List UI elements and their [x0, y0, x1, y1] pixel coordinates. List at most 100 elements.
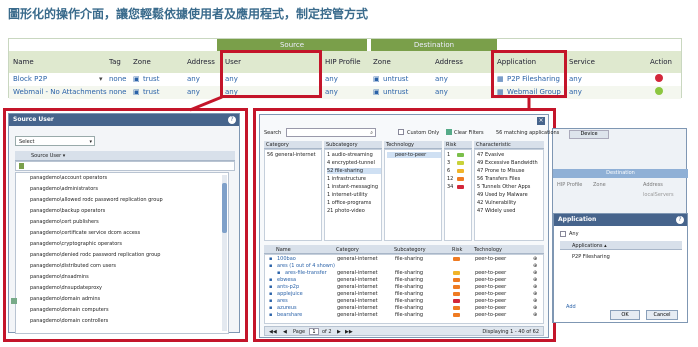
facet-item[interactable]: 47 Prone to Misuse	[477, 168, 525, 174]
table-row[interactable]: ▪ 100bao general-internet file-sharing p…	[265, 256, 541, 263]
applications-column-header[interactable]: Applications ▴	[560, 241, 682, 250]
cancel-button[interactable]: Cancel	[646, 310, 678, 320]
facet-item[interactable]: 1 instant-messaging	[327, 184, 378, 190]
table-row[interactable]: ▪ azureus general-internet file-sharing …	[265, 305, 541, 312]
table-row[interactable]: ▪ ares (1 out of 4 shown) ⊕	[265, 263, 541, 270]
results-header: Name Category Subcategory Risk Technolog…	[264, 245, 544, 254]
source-user-input[interactable]	[15, 161, 235, 171]
list-item[interactable]: panagdemo\domain admins	[30, 296, 100, 302]
facet-item[interactable]: 52 file-sharing	[327, 168, 381, 174]
facet-item[interactable]: 3	[447, 160, 450, 166]
prev-page-icon[interactable]: ◀	[283, 329, 287, 335]
tab-device[interactable]: Device	[569, 130, 609, 139]
list-item[interactable]: panagdemo\allowed rodc password replicat…	[30, 197, 163, 203]
list-item[interactable]: panagdemo\administrators	[30, 186, 98, 192]
facet-item[interactable]: 21 photo-video	[327, 208, 365, 214]
list-item[interactable]: panagdemo\account operators	[30, 175, 107, 181]
collapse-icon[interactable]: ▪	[269, 263, 272, 269]
add-icon[interactable]: ⊕	[533, 263, 537, 269]
facet-item[interactable]: peer-to-peer	[387, 152, 441, 158]
app-icon: ▪	[269, 277, 273, 283]
facet-item[interactable]: 12	[447, 176, 453, 182]
scrollbar-thumb[interactable]	[222, 183, 227, 233]
facet-item[interactable]: 42 Vulnerability	[477, 200, 516, 206]
ok-button[interactable]: OK	[610, 310, 640, 320]
facet-item[interactable]: 34	[447, 184, 453, 190]
facet-item[interactable]: 1 internet-utility	[327, 192, 368, 198]
col-technology[interactable]: Technology	[474, 247, 502, 253]
list-item[interactable]: panagdemo\cert publishers	[30, 219, 99, 225]
add-icon[interactable]: ⊕	[533, 305, 537, 311]
any-checkbox[interactable]	[560, 231, 566, 237]
list-item[interactable]: panagdemo\backup operators	[30, 208, 105, 214]
risk-icon	[453, 306, 460, 310]
help-icon[interactable]: ?	[676, 216, 684, 224]
add-icon[interactable]: ⊕	[533, 284, 537, 290]
characteristic-header[interactable]: Characteristic	[474, 141, 544, 149]
risk-icon	[453, 292, 460, 296]
dialog-title: Application	[554, 214, 687, 226]
list-item[interactable]: panagdemo\dnsadmins	[30, 274, 89, 280]
facet-item[interactable]: 1 infrastructure	[327, 176, 366, 182]
add-icon[interactable]: ⊕	[533, 312, 537, 318]
clear-filters-icon[interactable]	[446, 129, 452, 135]
add-link[interactable]: Add	[566, 304, 576, 310]
add-icon[interactable]: ⊕	[533, 256, 537, 262]
technology-header[interactable]: Technology	[384, 141, 442, 149]
clear-filters-link[interactable]: Clear Filters	[454, 130, 484, 136]
col-category[interactable]: Category	[336, 247, 359, 253]
add-icon[interactable]: ⊕	[533, 291, 537, 297]
add-icon[interactable]: ⊕	[533, 270, 537, 276]
table-row[interactable]: ▪ ares-file-transfer general-internet fi…	[265, 270, 541, 277]
risk-header[interactable]: Risk	[444, 141, 472, 149]
list-item[interactable]: panagdemo\domain computers	[30, 307, 109, 313]
scrollbar[interactable]	[222, 175, 227, 331]
next-page-icon[interactable]: ▶	[337, 329, 341, 335]
col-name[interactable]: Name	[276, 247, 291, 253]
facet-item[interactable]: 6	[447, 168, 450, 174]
list-item[interactable]: P2P Filesharing	[572, 254, 610, 260]
add-icon[interactable]: ⊕	[533, 298, 537, 304]
table-row[interactable]: ▪ bearshare general-internet file-sharin…	[265, 312, 541, 319]
facet-item[interactable]: 47 Widely used	[477, 208, 515, 214]
facet-item[interactable]: 1	[447, 152, 450, 158]
col-subcategory[interactable]: Subcategory	[394, 247, 426, 253]
table-row[interactable]: ▪ ares general-internet file-sharing pee…	[265, 298, 541, 305]
first-page-icon[interactable]: ◀◀	[269, 329, 277, 335]
add-icon[interactable]: ⊕	[533, 277, 537, 283]
help-icon[interactable]: ?	[228, 116, 236, 124]
select-dropdown[interactable]: Select ▾	[15, 136, 95, 146]
list-item[interactable]: panagdemo\dnsupdateproxy	[30, 285, 102, 291]
category-facet: 56 general-internet	[264, 149, 322, 241]
list-item[interactable]: panagdemo\distributed com users	[30, 263, 116, 269]
last-page-icon[interactable]: ▶▶	[345, 329, 353, 335]
list-item[interactable]: panagdemo\cryptographic operators	[30, 241, 122, 247]
category-header[interactable]: Category	[264, 141, 322, 149]
table-row[interactable]: ▪ ants-p2p general-internet file-sharing…	[265, 284, 541, 291]
table-row[interactable]: ▪ applejuice general-internet file-shari…	[265, 291, 541, 298]
subcategory-header[interactable]: Subcategory	[324, 141, 382, 149]
facet-item[interactable]: 1 audio-streaming	[327, 152, 373, 158]
page-input[interactable]: 1	[309, 328, 319, 335]
custom-only-checkbox[interactable]	[398, 129, 404, 135]
facet-item[interactable]: 56 general-internet	[267, 152, 316, 158]
facet-item[interactable]: 4 encrypted-tunnel	[327, 160, 375, 166]
col-risk[interactable]: Risk	[452, 247, 462, 253]
facet-item[interactable]: 49 Excessive Bandwidth	[477, 160, 538, 166]
page-label: Page	[293, 329, 306, 335]
list-item[interactable]: panagdemo\certificate service dcom acces…	[30, 230, 140, 236]
facet-item[interactable]: 1 office-programs	[327, 200, 371, 206]
table-row[interactable]: ▪ ebwesa general-internet file-sharing p…	[265, 277, 541, 284]
close-icon[interactable]: ×	[537, 117, 545, 125]
list-item[interactable]: panagdemo\denied rodc password replicati…	[30, 252, 160, 258]
facet-item[interactable]: 56 Transfers Files	[477, 176, 520, 182]
checkbox-icon[interactable]	[19, 163, 24, 169]
facet-item[interactable]: 47 Evasive	[477, 152, 504, 158]
add-icon[interactable]	[11, 298, 17, 304]
list-item[interactable]: panagdemo\domain controllers	[30, 318, 108, 324]
facet-item[interactable]: 49 Used by Malware	[477, 192, 528, 198]
risk-icon	[453, 278, 460, 282]
source-user-column-header[interactable]: Source User ▾	[15, 151, 235, 161]
facet-item[interactable]: 5 Tunnels Other Apps	[477, 184, 530, 190]
search-input[interactable]: ⌕	[286, 128, 376, 137]
